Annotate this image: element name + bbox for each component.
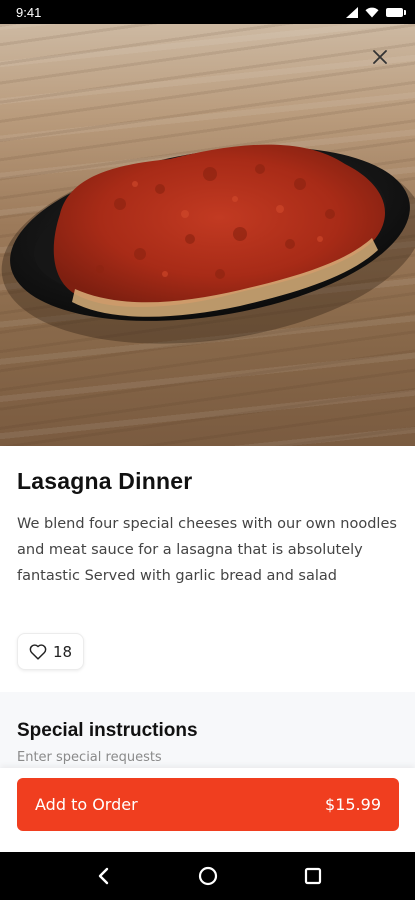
close-icon <box>373 50 387 64</box>
status-bar: 9:41 <box>0 0 415 24</box>
system-nav-bar <box>0 852 415 900</box>
back-button[interactable] <box>83 856 123 896</box>
item-photo <box>0 24 415 446</box>
wifi-icon <box>365 7 379 17</box>
home-button[interactable] <box>188 856 228 896</box>
signal-icon <box>346 6 358 18</box>
special-instructions-title: Special instructions <box>17 720 198 741</box>
heart-icon <box>29 643 47 660</box>
lasagna-plate-illustration <box>1 144 415 344</box>
recents-button[interactable] <box>293 856 333 896</box>
back-icon <box>98 867 108 885</box>
order-price: $15.99 <box>325 795 381 814</box>
battery-icon <box>386 7 406 17</box>
order-panel: Add to Order $15.99 <box>0 768 415 852</box>
add-to-order-button[interactable]: Add to Order $15.99 <box>17 778 399 831</box>
close-button[interactable] <box>373 50 397 74</box>
add-to-order-label: Add to Order <box>35 795 138 814</box>
recents-icon <box>304 867 321 885</box>
status-icons <box>346 6 406 18</box>
special-requests-input[interactable] <box>17 750 397 765</box>
home-icon <box>198 866 217 886</box>
item-title: Lasagna Dinner <box>17 468 193 494</box>
like-count: 18 <box>53 642 73 661</box>
like-button[interactable]: 18 <box>17 633 85 670</box>
status-time: 9:41 <box>16 4 42 20</box>
item-description: We blend four special cheeses with our o… <box>17 516 397 584</box>
